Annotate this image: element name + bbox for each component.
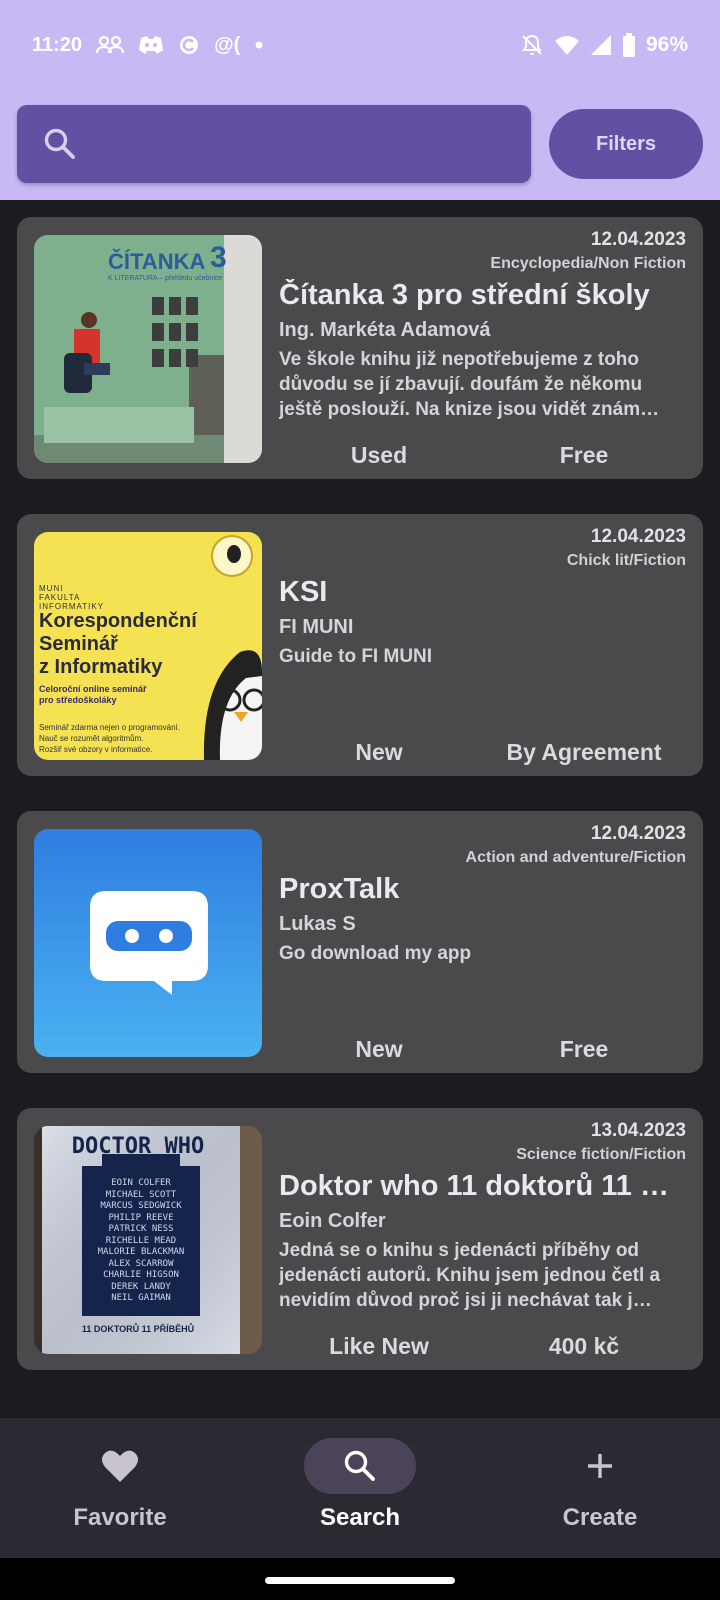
cover-author: PATRICK NESS bbox=[108, 1224, 174, 1234]
listing-description: Jedná se o knihu s jedenácti příběhy od … bbox=[279, 1240, 661, 1311]
bottom-navigation: Favorite Search Create bbox=[0, 1418, 720, 1558]
search-icon bbox=[43, 127, 77, 161]
listing-author: Eoin Colfer bbox=[279, 1210, 386, 1232]
listing-price: By Agreement bbox=[506, 739, 662, 765]
listing-price: Free bbox=[559, 442, 609, 468]
home-gesture-handle[interactable] bbox=[265, 1577, 455, 1584]
status-time: 11:20 bbox=[32, 33, 83, 56]
listing-genre: Action and adventure/Fiction bbox=[465, 849, 686, 866]
search-bar[interactable] bbox=[17, 105, 531, 183]
listing-title: KSI bbox=[279, 576, 328, 608]
listing-author: Lukas S bbox=[279, 913, 356, 935]
cover-subheading: pro středoškoláky bbox=[39, 695, 117, 705]
nav-favorite-label: Favorite bbox=[73, 1504, 167, 1531]
cover-title: DOCTOR WHO bbox=[71, 1134, 205, 1159]
listing-condition: Used bbox=[350, 442, 408, 468]
listing-date: 12.04.2023 bbox=[590, 229, 686, 250]
listing-price: 400 kč bbox=[548, 1333, 620, 1359]
listing-condition: New bbox=[355, 1036, 403, 1062]
cover-author: MARCUS SEDGWICK bbox=[100, 1201, 182, 1211]
cover-footer: 11 DOKTORŮ 11 PŘÍBĚHŮ bbox=[81, 1324, 195, 1334]
cover-author: MICHAEL SCOTT bbox=[105, 1189, 177, 1200]
top-app-bar: 11:20 @(96% Filters bbox=[0, 0, 720, 200]
listing-price: Free bbox=[559, 1036, 609, 1062]
listing-description: Go download my app bbox=[279, 943, 472, 964]
listing-author: FI MUNI bbox=[279, 616, 354, 638]
book-cover-image: MUNI FAKULTA INFORMATIKY Korespondenční … bbox=[34, 532, 262, 760]
listing-description: Ve škole knihu již nepotřebujeme z toho … bbox=[279, 349, 660, 420]
listing-author: Ing. Markéta Adamová bbox=[279, 319, 491, 341]
app-logo-image bbox=[34, 829, 262, 1057]
book-cover-image: DOCTOR WHO EOIN COLFER MICHAEL SCOTT MAR… bbox=[34, 1126, 262, 1354]
listing-date: 12.04.2023 bbox=[590, 823, 686, 844]
nav-search[interactable]: Search bbox=[240, 1418, 480, 1558]
cover-author: NEIL GAIMAN bbox=[111, 1293, 171, 1303]
cover-footer: Seminář zdarma nejen o programování. bbox=[39, 723, 180, 732]
cover-author: DEREK LANDY bbox=[111, 1281, 171, 1292]
battery-icon bbox=[622, 33, 636, 57]
cover-heading: z Informatiky bbox=[39, 656, 163, 678]
listing-card[interactable]: DOCTOR WHO EOIN COLFER MICHAEL SCOTT MAR… bbox=[17, 1108, 703, 1370]
nav-favorite[interactable]: Favorite bbox=[0, 1418, 240, 1558]
heart-icon bbox=[64, 1438, 176, 1494]
cover-author: EOIN COLFER bbox=[111, 1178, 171, 1188]
signal-icon bbox=[590, 34, 612, 56]
cover-title: ČÍTANKA bbox=[108, 249, 206, 274]
listing-genre: Science fiction/Fiction bbox=[516, 1146, 686, 1163]
status-bar: 11:20 @(96% bbox=[0, 0, 720, 90]
group-icon bbox=[96, 35, 125, 55]
book-cover-image: ČÍTANKA 3 K LITERATURA – přehledu učebni… bbox=[34, 235, 262, 463]
cover-heading: Korespondenční bbox=[39, 610, 197, 632]
filters-button[interactable]: Filters bbox=[549, 109, 703, 179]
listing-title: ProxTalk bbox=[279, 873, 400, 905]
search-icon bbox=[304, 1438, 416, 1494]
dot-icon bbox=[254, 40, 264, 50]
search-input[interactable] bbox=[93, 131, 493, 157]
plus-icon bbox=[544, 1438, 656, 1494]
sync-icon bbox=[178, 34, 200, 56]
cover-org-line: FAKULTA bbox=[39, 593, 81, 602]
cover-author: RICHELLE MEAD bbox=[105, 1235, 177, 1246]
listing-card[interactable]: ČÍTANKA 3 K LITERATURA – přehledu učebni… bbox=[17, 217, 703, 479]
discord-icon bbox=[138, 35, 164, 55]
cover-subtitle: K LITERATURA – přehledu učebnice bbox=[108, 275, 223, 282]
threads-icon: @( bbox=[214, 33, 241, 56]
listing-title: Doktor who 11 doktorů 11 příběhů bbox=[279, 1170, 684, 1202]
listing-title: Čítanka 3 pro střední školy bbox=[279, 279, 650, 311]
cover-number: 3 bbox=[210, 241, 227, 274]
listing-card[interactable]: 12.04.2023 Action and adventure/Fiction … bbox=[17, 811, 703, 1073]
nav-search-label: Search bbox=[319, 1504, 401, 1531]
nav-create-label: Create bbox=[562, 1504, 638, 1531]
cover-author: MALORIE BLACKMAN bbox=[97, 1247, 185, 1257]
cover-author: CHARLIE HIGSON bbox=[103, 1270, 179, 1280]
listing-description: Guide to FI MUNI bbox=[279, 646, 433, 667]
listing-genre: Chick lit/Fiction bbox=[566, 552, 686, 569]
cover-subheading: Celoroční online seminář bbox=[39, 684, 147, 694]
cover-heading: Seminář bbox=[39, 633, 118, 655]
nav-create[interactable]: Create bbox=[480, 1418, 720, 1558]
listing-card[interactable]: MUNI FAKULTA INFORMATIKY Korespondenční … bbox=[17, 514, 703, 776]
cover-author: PHILIP REEVE bbox=[108, 1212, 174, 1223]
listing-condition: Like New bbox=[329, 1333, 429, 1359]
cover-footer: Rozšiř své obzory v informatice. bbox=[39, 745, 153, 754]
cover-author: ALEX SCARROW bbox=[108, 1258, 174, 1269]
chat-bubble-icon bbox=[90, 891, 208, 995]
listing-condition: New bbox=[355, 739, 403, 765]
listing-date: 12.04.2023 bbox=[590, 526, 686, 547]
wifi-icon bbox=[554, 34, 580, 56]
listing-genre: Encyclopedia/Non Fiction bbox=[490, 255, 686, 272]
listing-date: 13.04.2023 bbox=[590, 1120, 686, 1141]
battery-percent: 96% bbox=[645, 33, 688, 56]
listing-list[interactable]: ČÍTANKA 3 K LITERATURA – přehledu učebni… bbox=[17, 217, 703, 1405]
cover-footer: Nauč se rozumět algoritmům. bbox=[39, 734, 144, 743]
bell-off-icon bbox=[520, 33, 544, 57]
cover-org-line: MUNI bbox=[39, 584, 64, 593]
